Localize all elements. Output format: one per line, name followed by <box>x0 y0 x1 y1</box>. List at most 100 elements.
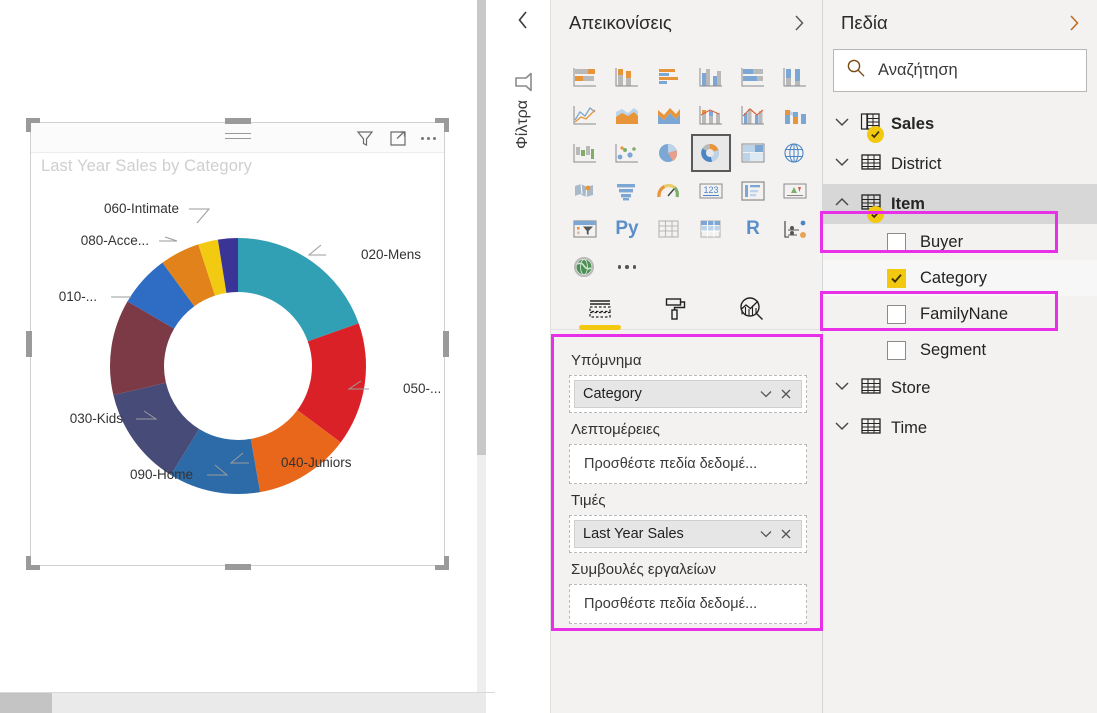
field-segment[interactable]: Segment <box>823 332 1097 368</box>
legend-well-dropzone[interactable]: Category <box>569 375 807 413</box>
chevron-down-icon[interactable] <box>833 155 851 174</box>
canvas-vertical-scrollbar[interactable] <box>477 0 486 692</box>
field-checkbox[interactable] <box>887 269 906 288</box>
viz-type-waterfall-chart[interactable] <box>565 134 605 172</box>
donut-data-label: 060-Intimate <box>104 201 179 216</box>
fields-table-item[interactable]: Item <box>823 184 1097 224</box>
search-input[interactable]: Αναζήτηση <box>833 49 1087 92</box>
donut-chart-svg[interactable]: 020-Mens050-...040-Juniors090-Home030-Ki… <box>31 181 446 566</box>
field-buyer[interactable]: Buyer <box>823 224 1097 260</box>
fields-tree[interactable]: SalesDistrictItem Buyer Category FamilyNane… <box>823 100 1097 448</box>
viz-type-kpi-visual[interactable] <box>775 172 815 210</box>
report-canvas-area[interactable]: Last Year Sales by Category 020-Mens050-… <box>0 0 495 713</box>
fields-search-wrapper: Αναζήτηση <box>823 45 1097 100</box>
viz-type-gauge-chart[interactable] <box>649 172 689 210</box>
table-icon <box>860 416 882 441</box>
field-familynane[interactable]: FamilyNane <box>823 296 1097 332</box>
field-checkbox[interactable] <box>887 305 906 324</box>
chevron-down-icon[interactable] <box>833 379 851 398</box>
details-well-dropzone[interactable]: Προσθέστε πεδία δεδομέ... <box>569 444 807 484</box>
viz-type-matrix-visual[interactable] <box>691 210 731 248</box>
focus-mode-icon[interactable] <box>388 128 408 148</box>
chevron-down-icon[interactable] <box>833 419 851 438</box>
viz-type-key-influencers-visual[interactable] <box>775 210 815 248</box>
chevron-up-icon[interactable] <box>833 195 851 214</box>
viz-type-stacked-bar-chart[interactable] <box>565 58 605 96</box>
tab-format[interactable] <box>659 292 693 326</box>
tooltips-well-dropzone[interactable]: Προσθέστε πεδία δεδομέ... <box>569 584 807 624</box>
chevron-down-icon[interactable] <box>757 525 775 543</box>
viz-type-scatter-chart[interactable] <box>607 134 647 172</box>
viz-type-clustered-column-chart[interactable] <box>691 58 731 96</box>
collapse-filters-button[interactable] <box>495 0 551 40</box>
donut-chart-plot[interactable]: 020-Mens050-...040-Juniors090-Home030-Ki… <box>31 181 446 566</box>
resize-handle-bottom[interactable] <box>225 564 251 570</box>
more-options-icon[interactable] <box>421 137 436 140</box>
fields-table-label: Time <box>891 419 927 438</box>
values-well-dropzone[interactable]: Last Year Sales <box>569 515 807 553</box>
viz-type-stacked-column-chart[interactable] <box>607 58 647 96</box>
donut-chart-visual[interactable]: Last Year Sales by Category 020-Mens050-… <box>30 122 445 566</box>
viz-type-100-stacked-column-chart[interactable] <box>775 58 815 96</box>
viz-type-arcgis-map-visual[interactable] <box>565 248 605 286</box>
close-icon[interactable] <box>777 525 795 543</box>
viz-type-python-visual[interactable]: Py <box>607 210 647 248</box>
viz-type-filled-map-visual[interactable] <box>565 172 605 210</box>
viz-type-treemap-chart[interactable] <box>733 134 773 172</box>
field-category[interactable]: Category <box>823 260 1097 296</box>
donut-slice[interactable] <box>238 238 359 341</box>
canvas-horizontal-scrollbar[interactable] <box>0 692 495 713</box>
drag-grip-icon[interactable] <box>225 133 251 142</box>
viz-type-card-visual[interactable]: 123 <box>691 172 731 210</box>
fields-table-sales[interactable]: Sales <box>823 104 1097 144</box>
visualization-pane-tabs[interactable] <box>551 288 823 330</box>
tab-fields[interactable] <box>583 292 617 326</box>
viz-type-100-stacked-bar-chart[interactable] <box>733 58 773 96</box>
viz-type-map-visual[interactable] <box>775 134 815 172</box>
chevron-right-icon[interactable] <box>1063 12 1085 34</box>
fields-table-district[interactable]: District <box>823 144 1097 184</box>
values-well-chip[interactable]: Last Year Sales <box>574 520 802 548</box>
fields-table-store[interactable]: Store <box>823 368 1097 408</box>
filter-icon[interactable] <box>355 128 375 148</box>
visual-selection-frame[interactable]: Last Year Sales by Category 020-Mens050-… <box>26 118 449 570</box>
chevron-down-icon[interactable] <box>833 115 851 134</box>
canvas-vertical-scrollbar-thumb[interactable] <box>477 0 486 455</box>
tab-analytics[interactable] <box>735 292 769 326</box>
viz-type-line-stacked-column-chart[interactable] <box>691 96 731 134</box>
viz-type-clustered-bar-chart[interactable] <box>649 58 689 96</box>
viz-type-area-chart[interactable] <box>607 96 647 134</box>
field-checkbox[interactable] <box>887 233 906 252</box>
viz-type-table-visual[interactable] <box>649 210 689 248</box>
resize-handle-right[interactable] <box>443 331 449 357</box>
field-label: FamilyNane <box>920 305 1008 324</box>
filters-pane-collapsed[interactable]: Φίλτρα <box>495 0 551 713</box>
field-checkbox[interactable] <box>887 341 906 360</box>
canvas-horizontal-scrollbar-thumb[interactable] <box>0 693 52 713</box>
close-icon[interactable] <box>777 385 795 403</box>
values-well-chip-label: Last Year Sales <box>583 526 755 542</box>
fields-table-time[interactable]: Time <box>823 408 1097 448</box>
viz-type-pie-chart[interactable] <box>649 134 689 172</box>
legend-well-chip[interactable]: Category <box>574 380 802 408</box>
chevron-right-icon[interactable] <box>788 12 810 34</box>
field-wells[interactable]: ΥπόμνημαCategoryΛεπτομέρειεςΠροσθέστε πε… <box>551 334 823 624</box>
viz-type-ribbon-chart[interactable] <box>775 96 815 134</box>
svg-text:123: 123 <box>703 185 718 195</box>
leader-line <box>309 245 326 255</box>
viz-type-more-visuals[interactable] <box>607 248 647 286</box>
resize-handle-top[interactable] <box>225 118 251 124</box>
resize-handle-left[interactable] <box>26 331 32 357</box>
viz-type-stacked-area-chart[interactable] <box>649 96 689 134</box>
viz-type-slicer-visual[interactable] <box>565 210 605 248</box>
analytics-magnifier-icon <box>738 296 766 322</box>
field-label: Buyer <box>920 233 963 252</box>
viz-type-funnel-chart[interactable] <box>607 172 647 210</box>
chevron-down-icon[interactable] <box>757 385 775 403</box>
viz-type-donut-chart[interactable] <box>691 134 731 172</box>
visual-type-gallery[interactable]: 123 Py R <box>551 50 823 285</box>
viz-type-r-script-visual[interactable]: R <box>733 210 773 248</box>
viz-type-line-chart[interactable] <box>565 96 605 134</box>
viz-type-multi-row-card-visual[interactable] <box>733 172 773 210</box>
viz-type-line-clustered-column-chart[interactable] <box>733 96 773 134</box>
